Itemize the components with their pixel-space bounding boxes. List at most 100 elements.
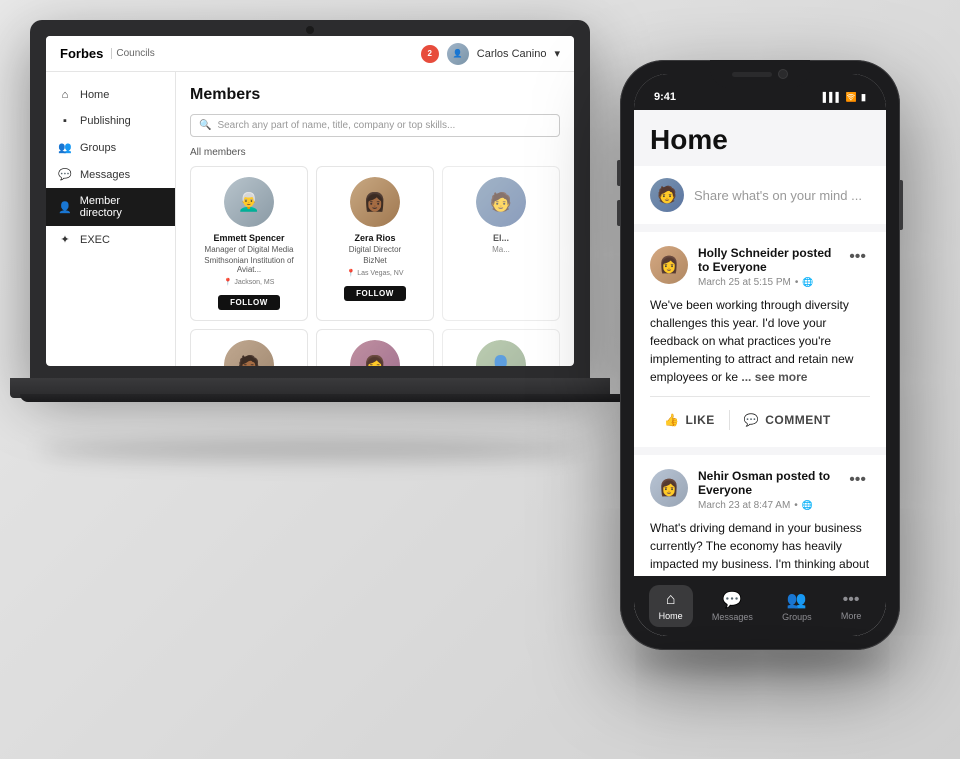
member-title: Digital Director [325, 245, 425, 254]
post-author-name-nehir: Nehir Osman posted to Everyone [698, 469, 845, 497]
bullet-nehir: • [794, 500, 798, 511]
post-card-nehir: 👩 Nehir Osman posted to Everyone March 2… [634, 455, 886, 576]
tab-groups[interactable]: 👥 Groups [772, 584, 822, 628]
messages-tab-icon: 💬 [722, 590, 742, 610]
phone-content: Home 🧑 Share what's on your mind ... [634, 110, 886, 636]
sidebar-label-groups: Groups [80, 142, 116, 154]
phone-side-button-2 [617, 200, 620, 226]
publishing-icon: ▪ [58, 115, 72, 127]
like-button-holly[interactable]: 👍 LIKE [650, 407, 729, 433]
location-pin-icon: 📍 [224, 278, 233, 286]
member-company: BizNet [325, 256, 425, 265]
post-actions-holly: 👍 LIKE 💬 COMMENT [650, 396, 870, 433]
sidebar-label-home: Home [80, 89, 109, 101]
phone-screen: 9:41 ▌▌▌ 🛜 ▮ Home 🧑 Share what's on [634, 74, 886, 636]
groups-icon: 👥 [58, 141, 72, 154]
messages-tab-label: Messages [712, 612, 753, 622]
member-avatar-row2: 🧑🏾 [224, 340, 274, 366]
member-name: El... [451, 233, 551, 243]
sidebar-item-messages[interactable]: 💬 Messages [46, 161, 175, 188]
avatar-circle: 👤 [476, 340, 526, 366]
phone-device: 9:41 ▌▌▌ 🛜 ▮ Home 🧑 Share what's on [620, 60, 900, 650]
tab-more[interactable]: ••• More [831, 585, 872, 627]
member-company: Smithsonian Institution of Aviat... [199, 256, 299, 274]
laptop-body: Forbes Councils 2 👤 Carlos Canino ▾ [30, 20, 590, 380]
sidebar-item-exec[interactable]: ✦ EXEC [46, 226, 175, 253]
forbes-councils: Councils [111, 48, 154, 59]
sidebar-item-home[interactable]: ⌂ Home [46, 82, 175, 108]
tab-home[interactable]: ⌂ Home [649, 585, 693, 627]
follow-button-emmett[interactable]: FOLLOW [218, 295, 280, 310]
more-tab-icon: ••• [843, 591, 860, 609]
post-text-holly: We've been working through diversity cha… [650, 296, 870, 386]
member-name: Zera Rios [325, 233, 425, 243]
laptop-device: Forbes Councils 2 👤 Carlos Canino ▾ [30, 20, 590, 440]
phone-time: 9:41 [654, 91, 676, 103]
phone-front-camera [778, 69, 788, 79]
avatar-circle: 👩 [350, 340, 400, 366]
home-tab-icon: ⌂ [666, 591, 676, 609]
see-more-holly[interactable]: ... see more [741, 370, 807, 384]
post-avatar-holly: 👩 [650, 246, 688, 284]
sidebar-item-groups[interactable]: 👥 Groups [46, 134, 175, 161]
member-card-row2-3: 👤 [442, 329, 560, 366]
laptop-header: Forbes Councils 2 👤 Carlos Canino ▾ [46, 36, 574, 72]
battery-icon: ▮ [861, 92, 866, 103]
phone-power-button [900, 180, 903, 230]
avatar-circle: 🧑 [476, 177, 526, 227]
groups-tab-label: Groups [782, 612, 812, 622]
comment-button-holly[interactable]: 💬 COMMENT [730, 407, 845, 433]
sidebar-item-publishing[interactable]: ▪ Publishing [46, 108, 175, 134]
post-card-holly: 👩 Holly Schneider posted to Everyone Mar… [634, 232, 886, 447]
like-icon: 👍 [664, 413, 679, 427]
post-date-nehir: March 23 at 8:47 AM [698, 500, 790, 511]
post-header-nehir: 👩 Nehir Osman posted to Everyone March 2… [650, 469, 870, 511]
avatar-circle: 👨‍🦳 [224, 177, 274, 227]
phone-notch [710, 60, 810, 88]
laptop-camera [306, 26, 314, 34]
post-text-nehir: What's driving demand in your business c… [650, 519, 870, 576]
messages-icon: 💬 [58, 168, 72, 181]
post-author-row-nehir: 👩 Nehir Osman posted to Everyone March 2… [650, 469, 845, 511]
member-title: Ma... [451, 245, 551, 254]
header-right: 2 👤 Carlos Canino ▾ [421, 43, 560, 65]
location-pin-icon: 📍 [346, 269, 355, 277]
post-more-button-nehir[interactable]: ••• [845, 469, 870, 491]
like-label: LIKE [685, 413, 714, 427]
member-card: 👨‍🦳 Emmett Spencer Manager of Digital Me… [190, 166, 308, 321]
phone-side-button-1 [617, 160, 620, 186]
member-location: 📍 Las Vegas, NV [325, 269, 425, 277]
member-avatar-row2-3: 👤 [476, 340, 526, 366]
tab-messages[interactable]: 💬 Messages [702, 584, 763, 628]
post-meta-holly: March 25 at 5:15 PM • 🌐 [698, 277, 845, 288]
compose-box[interactable]: 🧑 Share what's on your mind ... [634, 166, 886, 224]
sidebar-item-member-directory[interactable]: 👤 Member directory [46, 188, 175, 226]
holly-avatar-img: 👩 [659, 255, 679, 275]
member-card-row2-2: 👩 [316, 329, 434, 366]
sidebar-label-exec: EXEC [80, 234, 110, 246]
globe-icon-nehir: 🌐 [802, 500, 813, 511]
follow-button-zera[interactable]: FOLLOW [344, 286, 406, 301]
search-icon: 🔍 [199, 120, 211, 131]
search-bar[interactable]: 🔍 Search any part of name, title, compan… [190, 114, 560, 137]
home-icon: ⌂ [58, 89, 72, 101]
compose-placeholder: Share what's on your mind ... [694, 188, 862, 203]
post-content-area[interactable]: 🧑 Share what's on your mind ... 👩 [634, 166, 886, 576]
post-author-info: Holly Schneider posted to Everyone March… [698, 246, 845, 288]
compose-avatar: 🧑 [650, 178, 684, 212]
compose-avatar-img: 🧑 [657, 185, 677, 205]
dropdown-icon[interactable]: ▾ [554, 47, 560, 60]
post-more-button-holly[interactable]: ••• [845, 246, 870, 268]
phone-speaker [732, 72, 772, 77]
more-tab-label: More [841, 611, 862, 621]
laptop-content: ⌂ Home ▪ Publishing 👥 Groups 💬 [46, 72, 574, 366]
phone-tabbar: ⌂ Home 💬 Messages 👥 Groups ••• More [634, 576, 886, 636]
user-name: Carlos Canino [477, 48, 547, 60]
bullet: • [795, 277, 799, 288]
comment-label: COMMENT [765, 413, 831, 427]
member-title: Manager of Digital Media [199, 245, 299, 254]
member-card-partial: 🧑 El... Ma... [442, 166, 560, 321]
sidebar: ⌂ Home ▪ Publishing 👥 Groups 💬 [46, 72, 176, 366]
sidebar-label-member-directory: Member directory [80, 195, 163, 219]
notification-badge[interactable]: 2 [421, 45, 439, 63]
